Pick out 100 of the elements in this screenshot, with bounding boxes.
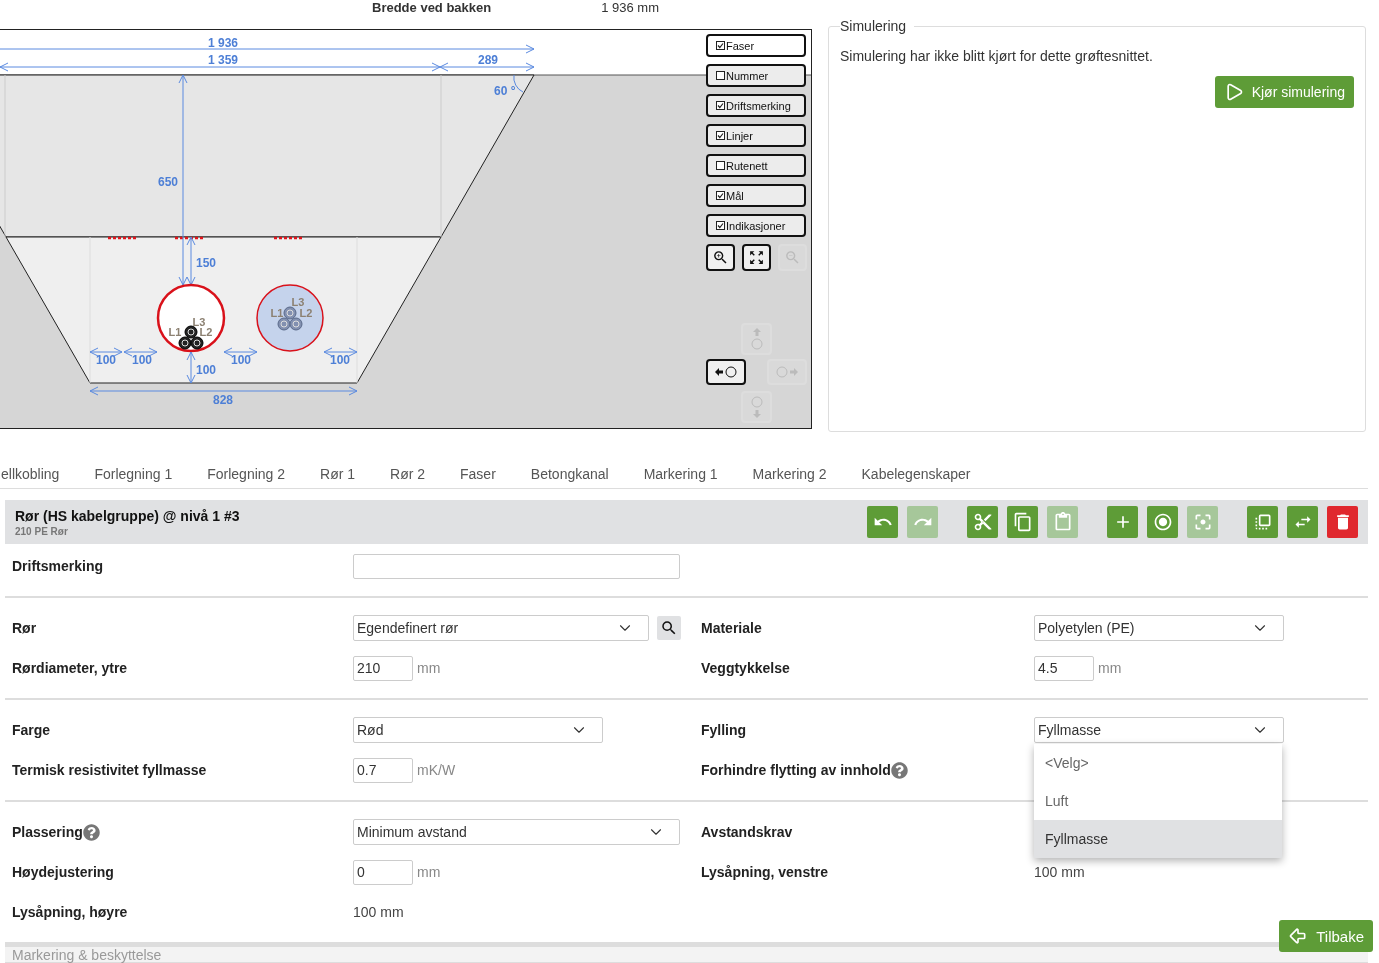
zoom-out-icon [784, 249, 801, 266]
tab[interactable]: Forlegning 1 [94, 462, 173, 486]
dropdown[interactable]: Egendefinert rør [353, 615, 649, 641]
unit-label: mm [1098, 660, 1122, 676]
undo-button[interactable] [867, 506, 898, 538]
dimension-label: 100 [196, 363, 217, 377]
dimension-arrow [89, 347, 123, 357]
tab[interactable]: Rør 1 [320, 462, 356, 486]
tab[interactable]: Kabelegenskaper [861, 462, 971, 486]
field-label: Avstandskrav [701, 824, 793, 840]
down-arrow-circle-icon [749, 394, 764, 420]
up-arrow-circle-icon [749, 326, 764, 352]
dimension-arrow [123, 347, 158, 357]
dropdown-option[interactable]: Luft [1034, 782, 1282, 820]
arrow-left-icon [1288, 926, 1309, 946]
dimension-arrow [223, 347, 258, 357]
tab[interactable]: ellkobling [1, 462, 60, 486]
help-icon[interactable] [890, 761, 908, 779]
field-label: Rørdiameter, ytre [12, 660, 128, 676]
dimension-label: 1 936 [208, 36, 238, 50]
zoom-in-button[interactable] [706, 244, 735, 271]
dimension-label: 289 [478, 53, 498, 67]
dropdown-option[interactable]: Fyllmasse [1034, 820, 1282, 858]
value-text: 100 mm [353, 904, 404, 920]
duplicate-button[interactable] [1247, 506, 1278, 538]
tab[interactable]: Faser [460, 462, 496, 486]
layer-toggle[interactable]: Mål [706, 184, 806, 207]
input-field[interactable] [353, 553, 680, 579]
help-icon[interactable] [82, 823, 100, 841]
search-icon [660, 619, 678, 637]
move-button[interactable] [706, 359, 746, 385]
marking-tape [274, 236, 303, 240]
field-label: Plassering [12, 824, 83, 840]
phase-label: L3 [291, 296, 305, 308]
angle-arc [513, 74, 524, 93]
phase-label: L3 [192, 316, 206, 328]
layer-toggle[interactable]: Indikasjoner [706, 214, 806, 237]
input-field[interactable]: 0.7 [353, 757, 413, 783]
status-message: Simulering har ikke blitt kjørt for dette grøftesnittet. [840, 48, 1154, 64]
panel-title: Simulering [840, 18, 908, 34]
dimension-label: 100 [330, 353, 350, 367]
field-label: Farge [12, 722, 51, 738]
scissors-button[interactable] [967, 506, 998, 538]
dropdown[interactable]: Rød [353, 717, 603, 743]
field-label: Rør [12, 620, 37, 636]
dimension-label: 828 [213, 393, 233, 407]
layer-toggle[interactable]: Driftsmerking [706, 94, 806, 117]
input-field[interactable]: 4.5 [1034, 655, 1094, 681]
scissors-icon [972, 512, 993, 532]
section-title: Markering & beskyttelse [12, 946, 162, 963]
search-button[interactable] [657, 616, 681, 640]
layer-toggle[interactable]: Linjer [706, 124, 806, 147]
field-label: Forhindre flytting av innhold [701, 762, 891, 778]
dropdown-option[interactable]: <Velg> [1034, 744, 1282, 782]
field-label: Lysåpning, høyre [12, 904, 128, 920]
dimension-label: 100 [132, 353, 152, 367]
layer-toggle[interactable]: Nummer [706, 64, 806, 87]
marking-tape [175, 236, 204, 240]
dropdown[interactable]: Fyllmasse [1034, 717, 1284, 743]
trench-canvas[interactable]: 1 936 1 359 289 60 ° 650 150 L3 L1 L2 L3 L1 L2 100 100 100 100 100 828 Faser Nummer Driftsmerking Linjer Rutenett Mål Indikasjoner [0, 29, 812, 429]
panel-subtitle: 210 PE Rør [15, 525, 69, 537]
layer-toggle[interactable]: Faser [706, 34, 806, 57]
panel-title: Rør (HS kabelgruppe) @ nivå 1 #3 [15, 507, 240, 524]
plus-button[interactable] [1107, 506, 1138, 538]
field-label: Termisk resistivitet fyllmasse [12, 762, 207, 778]
tab[interactable]: Markering 1 [643, 462, 718, 486]
dimension-arrow [186, 351, 196, 384]
unit-label: mm [417, 660, 441, 676]
zoom-in-icon [712, 249, 729, 266]
swap-button[interactable] [1287, 506, 1318, 538]
tab[interactable]: Forlegning 2 [207, 462, 286, 486]
input-field[interactable]: 0 [353, 859, 413, 885]
value-text: 1 936 mm [601, 0, 660, 15]
phase-label: L2 [299, 307, 313, 319]
field-label: Lysåpning, venstre [701, 864, 829, 880]
trash-button[interactable] [1327, 506, 1358, 538]
tab[interactable]: Betongkanal [530, 462, 609, 486]
dropdown[interactable]: Polyetylen (PE) [1034, 615, 1284, 641]
dimension-arrow [323, 347, 358, 357]
dimension-label: 100 [96, 353, 116, 367]
field-label: Veggtykkelse [701, 660, 790, 676]
dropdown[interactable]: Minimum avstand [353, 819, 680, 845]
fit-button[interactable] [742, 244, 771, 271]
field-label: Bredde ved bakken [372, 0, 492, 15]
tab[interactable]: Rør 2 [390, 462, 426, 486]
phase-label: L1 [168, 326, 182, 338]
field-label: Fylling [701, 722, 747, 738]
copy-icon [1012, 512, 1033, 532]
dimension-label: 1 359 [208, 53, 238, 67]
target-button[interactable] [1147, 506, 1178, 538]
tab[interactable]: Markering 2 [752, 462, 827, 486]
dimension-label: 650 [158, 175, 178, 189]
dimension-label: 100 [231, 353, 251, 367]
copy-button[interactable] [1007, 506, 1038, 538]
field-label: Materiale [701, 620, 762, 636]
input-field[interactable]: 210 [353, 655, 413, 681]
target-icon [1152, 512, 1173, 532]
field-label: Høydejustering [12, 864, 114, 880]
layer-toggle[interactable]: Rutenett [706, 154, 806, 177]
unit-label: mK/W [417, 762, 456, 778]
